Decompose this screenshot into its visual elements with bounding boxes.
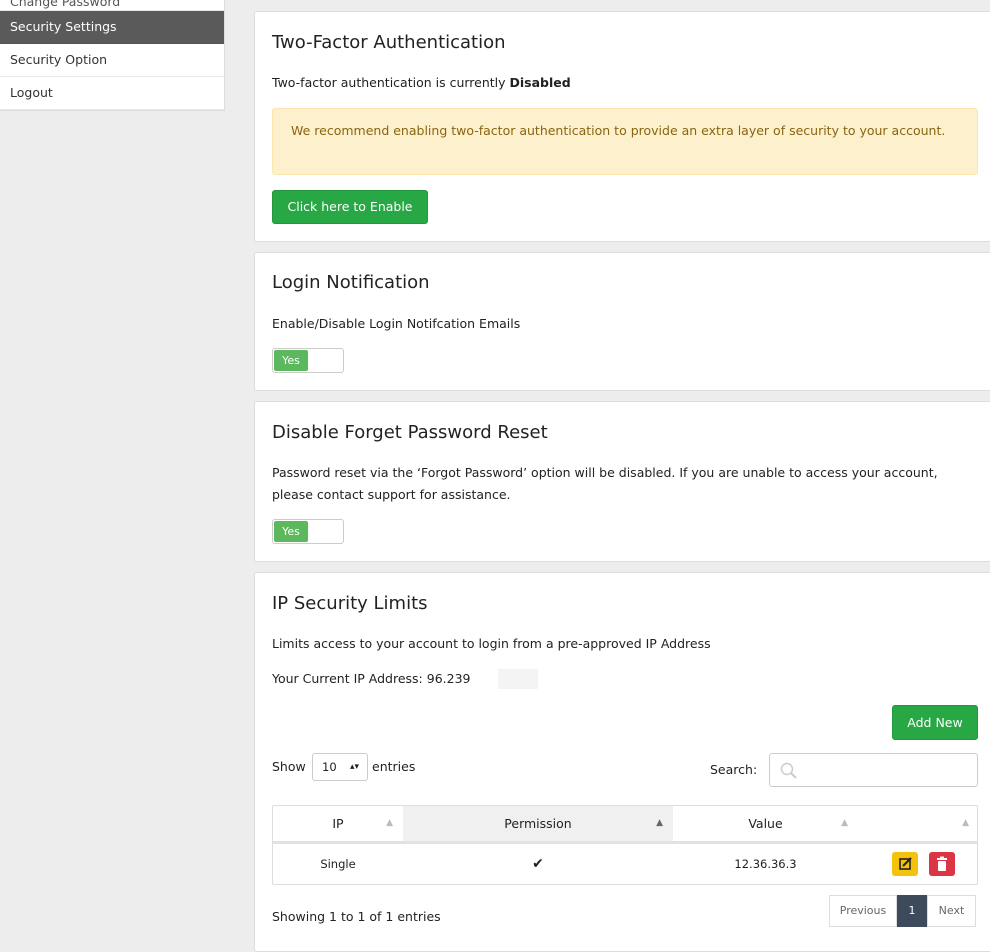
page-size-value: 10 xyxy=(322,760,337,774)
check-icon: ✔ xyxy=(532,856,544,872)
edit-button[interactable] xyxy=(892,852,918,876)
table-info: Showing 1 to 1 of 1 entries xyxy=(272,909,441,924)
column-header-ip[interactable]: IP ▲ xyxy=(273,806,403,841)
column-header-permission[interactable]: Permission ▲ xyxy=(403,806,673,841)
login-notification-toggle[interactable]: Yes xyxy=(272,348,344,373)
delete-button[interactable] xyxy=(929,852,955,876)
forget-password-toggle[interactable]: Yes xyxy=(272,519,344,544)
cell-value: 12.36.36.3 xyxy=(734,857,797,871)
sort-icon: ▲ xyxy=(386,818,393,828)
trash-icon xyxy=(937,856,947,871)
sidebar-item-change-password[interactable]: Change Password xyxy=(0,0,224,11)
forget-password-panel: Disable Forget Password Reset Password r… xyxy=(254,401,990,562)
two-factor-panel: Two-Factor Authentication Two-factor aut… xyxy=(254,11,990,242)
search-label: Search: xyxy=(710,762,758,777)
sort-icon: ▲ xyxy=(962,818,969,828)
ip-table: IP ▲ Permission ▲ Value ▲ ▲ Single ✔ 12.… xyxy=(272,805,978,885)
sidebar: Change Password Security Settings Securi… xyxy=(0,0,225,111)
enable-two-factor-button[interactable]: Click here to Enable xyxy=(272,190,428,224)
page-size-select[interactable]: 10 ▴▾ xyxy=(312,753,368,781)
ip-limits-description: Limits access to your account to login f… xyxy=(272,636,711,651)
login-notification-title: Login Notification xyxy=(272,272,430,293)
sidebar-item-logout[interactable]: Logout xyxy=(0,77,224,110)
column-header-actions[interactable]: ▲ xyxy=(858,806,979,841)
show-label: Show xyxy=(272,759,306,774)
redacted-ip-blur xyxy=(498,669,538,689)
pager-next[interactable]: Next xyxy=(927,895,976,927)
add-new-button[interactable]: Add New xyxy=(892,705,978,740)
cell-ip: Single xyxy=(320,857,356,871)
forget-password-description: Password reset via the ‘Forgot Password’… xyxy=(272,465,938,502)
two-factor-title: Two-Factor Authentication xyxy=(272,32,506,53)
toggle-on-label: Yes xyxy=(274,521,308,542)
current-ip-label: Your Current IP Address: 96.239 xyxy=(272,671,471,686)
toggle-on-label: Yes xyxy=(274,350,308,371)
sort-icon: ▲ xyxy=(841,818,848,828)
ip-limits-title: IP Security Limits xyxy=(272,593,428,614)
entries-label: entries xyxy=(372,759,416,774)
two-factor-alert: We recommend enabling two-factor authent… xyxy=(272,108,978,175)
search-input[interactable] xyxy=(769,753,978,787)
table-row: Single ✔ 12.36.36.3 xyxy=(273,844,977,884)
sidebar-item-security-option[interactable]: Security Option xyxy=(0,44,224,77)
ip-limits-panel: IP Security Limits Limits access to your… xyxy=(254,572,990,952)
two-factor-status: Two-factor authentication is currently D… xyxy=(272,72,571,94)
login-notification-description: Enable/Disable Login Notifcation Emails xyxy=(272,316,521,331)
two-factor-status-value: Disabled xyxy=(509,75,571,90)
sort-asc-icon: ▲ xyxy=(656,818,663,828)
edit-icon xyxy=(899,857,912,870)
chevron-updown-icon: ▴▾ xyxy=(349,762,359,772)
search-icon xyxy=(780,762,797,779)
pager-previous[interactable]: Previous xyxy=(829,895,897,927)
table-header: IP ▲ Permission ▲ Value ▲ ▲ xyxy=(273,806,977,844)
pager-page-1[interactable]: 1 xyxy=(897,895,927,927)
sidebar-item-security-settings[interactable]: Security Settings xyxy=(0,11,224,44)
column-header-value[interactable]: Value ▲ xyxy=(673,806,858,841)
login-notification-panel: Login Notification Enable/Disable Login … xyxy=(254,252,990,391)
forget-password-title: Disable Forget Password Reset xyxy=(272,422,548,443)
two-factor-status-text: Two-factor authentication is currently xyxy=(272,75,510,90)
